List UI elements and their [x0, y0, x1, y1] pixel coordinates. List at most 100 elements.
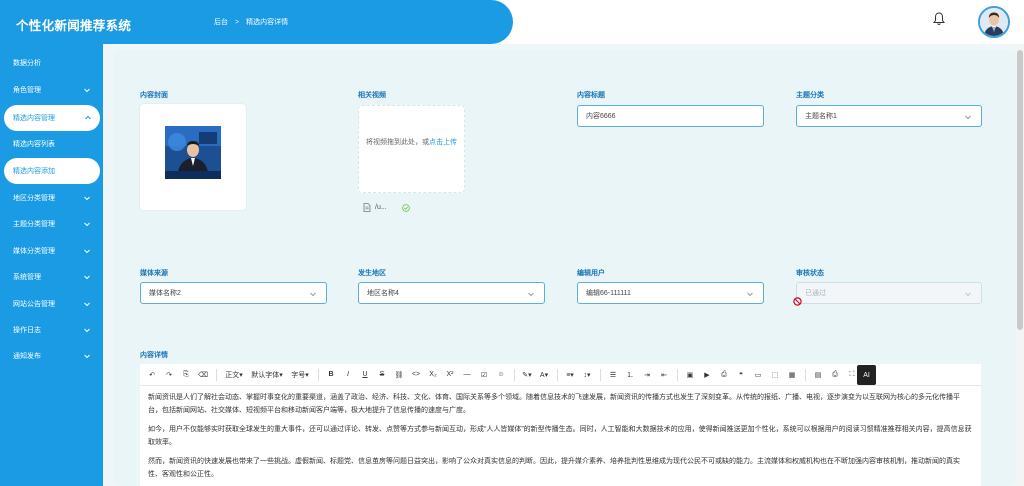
topic-select-value: 主题名称1: [805, 113, 837, 120]
avatar[interactable]: [978, 6, 1010, 38]
sidebar-item-operation-log[interactable]: 操作日志: [0, 317, 103, 343]
comment-icon[interactable]: ▭: [752, 368, 764, 382]
ordered-list-icon[interactable]: ⒈: [624, 368, 636, 382]
font-color-icon[interactable]: A▾: [538, 368, 550, 382]
breadcrumb: 后台 > 精选内容详情: [214, 17, 288, 27]
breadcrumb-separator-icon: >: [235, 18, 240, 26]
sidebar-item-label: 操作日志: [13, 327, 41, 334]
sidebar-item-featured-list[interactable]: 精选内容列表: [0, 131, 103, 157]
content-paragraph: 如今，用户不仅能够实时获取全球发生的重大事件，还可以通过评论、转发、点赞等方式参…: [148, 426, 972, 446]
emoji-icon[interactable]: ☺: [495, 368, 507, 382]
horizontal-rule-icon[interactable]: —: [461, 368, 473, 382]
sidebar-item-featured-content[interactable]: 精选内容管理: [4, 105, 100, 131]
outdent-icon[interactable]: ⇤: [658, 368, 670, 382]
chevron-down-icon: [84, 249, 90, 254]
chevron-down-icon: [84, 275, 90, 280]
sidebar-item-notification[interactable]: 通知发布: [0, 343, 103, 369]
bullet-list-icon[interactable]: ☰: [607, 368, 619, 382]
attachment-icon[interactable]: ⎙: [718, 368, 730, 382]
chevron-down-icon: [528, 292, 534, 297]
uploaded-file-name[interactable]: /u...: [375, 204, 387, 211]
sidebar-item-label: 主题分类管理: [13, 221, 55, 228]
breadcrumb-home[interactable]: 后台: [214, 17, 228, 27]
chevron-down-icon: [84, 222, 90, 227]
sidebar-item-media-category[interactable]: 媒体分类管理: [0, 238, 103, 264]
top-header: 个性化新闻推荐系统 后台 > 精选内容详情: [0, 0, 1024, 44]
chevron-down-icon: [84, 302, 90, 307]
sidebar-item-label: 角色管理: [13, 87, 41, 94]
format-painter-icon[interactable]: ⎘: [180, 368, 192, 382]
editor-user-label: 编辑用户: [577, 270, 605, 277]
toolbar-divider: [805, 368, 806, 381]
chevron-down-icon: [84, 196, 90, 201]
title-input[interactable]: 内容6666: [577, 105, 764, 127]
uploaded-file: /u...: [363, 203, 410, 212]
line-height-icon[interactable]: ↕▾: [581, 368, 593, 382]
underline-icon[interactable]: U: [359, 368, 371, 382]
chevron-down-icon: [965, 115, 971, 120]
align-icon[interactable]: ≡▾: [564, 368, 576, 382]
sidebar-item-announcement[interactable]: 网站公告管理: [0, 291, 103, 317]
print-icon[interactable]: ⎙: [829, 368, 841, 382]
document-icon: [363, 203, 371, 212]
sidebar-item-role-management[interactable]: 角色管理: [0, 77, 103, 103]
ai-assistant-label: AI: [863, 371, 870, 379]
toolbar-divider: [514, 368, 515, 381]
video-upload-text: 将视频拖到此处，或: [366, 139, 429, 146]
sidebar-item-topic-category[interactable]: 主题分类管理: [0, 211, 103, 237]
paragraph-select[interactable]: 正文 ▾: [223, 368, 245, 382]
not-allowed-icon: [793, 297, 802, 306]
embed-icon[interactable]: ⬚: [769, 368, 781, 382]
sidebar-item-data-analysis[interactable]: 数据分析: [0, 50, 103, 76]
header-banner: 个性化新闻推荐系统 后台 > 精选内容详情: [0, 0, 513, 44]
toolbar-divider: [318, 368, 319, 381]
table-icon[interactable]: ▦: [786, 368, 798, 382]
region-select[interactable]: 地区名称4: [358, 282, 545, 304]
video-upload-link[interactable]: 点击上传: [429, 139, 457, 146]
image-icon[interactable]: ▣: [684, 368, 696, 382]
superscript-icon[interactable]: X²: [444, 368, 456, 382]
sidebar-item-label: 精选内容添加: [13, 168, 55, 175]
clear-format-icon[interactable]: ⌫: [197, 368, 209, 382]
video-upload-hint: 将视频拖到此处，或点击上传: [359, 134, 464, 151]
editor-user-select[interactable]: 编辑66-111111: [577, 282, 764, 304]
page-scrollbar-thumb[interactable]: [1017, 50, 1023, 330]
topic-select[interactable]: 主题名称1: [796, 105, 982, 127]
toolbar-divider: [216, 368, 217, 381]
editor-toolbar: ↶ ↷ ⎘ ⌫ 正文 ▾ 默认字体 ▾ 字号 ▾ B I U S ⛓ <> X₂ X²…: [140, 364, 981, 386]
font-family-select[interactable]: 默认字体 ▾: [250, 368, 284, 382]
sidebar-item-label: 媒体分类管理: [13, 248, 55, 255]
video-icon[interactable]: ▶: [701, 368, 713, 382]
redo-icon[interactable]: ↷: [163, 368, 175, 382]
link-icon[interactable]: ⛓: [393, 368, 405, 382]
bell-icon[interactable]: [933, 12, 945, 26]
indent-icon[interactable]: ⇥: [641, 368, 653, 382]
sidebar-item-system[interactable]: 系统管理: [0, 264, 103, 290]
video-label: 相关视频: [358, 92, 386, 99]
title-label: 内容标题: [577, 92, 605, 99]
checkbox-icon[interactable]: ☑: [478, 368, 490, 382]
preview-icon[interactable]: ▤: [812, 368, 824, 382]
sidebar-item-region-category[interactable]: 地区分类管理: [0, 185, 103, 211]
sidebar-item-label: 网站公告管理: [13, 301, 55, 308]
sidebar-item-featured-add[interactable]: 精选内容添加: [4, 158, 100, 184]
subscript-icon[interactable]: X₂: [427, 368, 439, 382]
detail-label: 内容详情: [140, 352, 168, 359]
sidebar-item-label: 数据分析: [13, 60, 41, 67]
breadcrumb-current: 精选内容详情: [246, 19, 289, 26]
font-size-select[interactable]: 字号 ▾: [289, 368, 311, 382]
strikethrough-icon[interactable]: S: [376, 368, 388, 382]
highlight-color-icon[interactable]: ✎▾: [521, 368, 533, 382]
media-select-value: 媒体名称2: [149, 290, 181, 297]
editor-content[interactable]: 新闻资讯是人们了解社会动态、掌握时事变化的重要渠道，涵盖了政治、经济、科技、文化…: [140, 386, 981, 486]
sidebar-item-label: 通知发布: [13, 353, 41, 360]
quote-icon[interactable]: ❝: [735, 368, 747, 382]
video-upload-area[interactable]: 将视频拖到此处，或点击上传: [358, 105, 465, 193]
bold-icon[interactable]: B: [325, 368, 337, 382]
italic-icon[interactable]: I: [342, 368, 354, 382]
ai-assistant-button[interactable]: AI: [857, 365, 876, 385]
code-icon[interactable]: <>: [410, 368, 422, 382]
cover-image-box[interactable]: [140, 104, 246, 210]
undo-icon[interactable]: ↶: [146, 368, 158, 382]
media-select[interactable]: 媒体名称2: [140, 282, 327, 304]
